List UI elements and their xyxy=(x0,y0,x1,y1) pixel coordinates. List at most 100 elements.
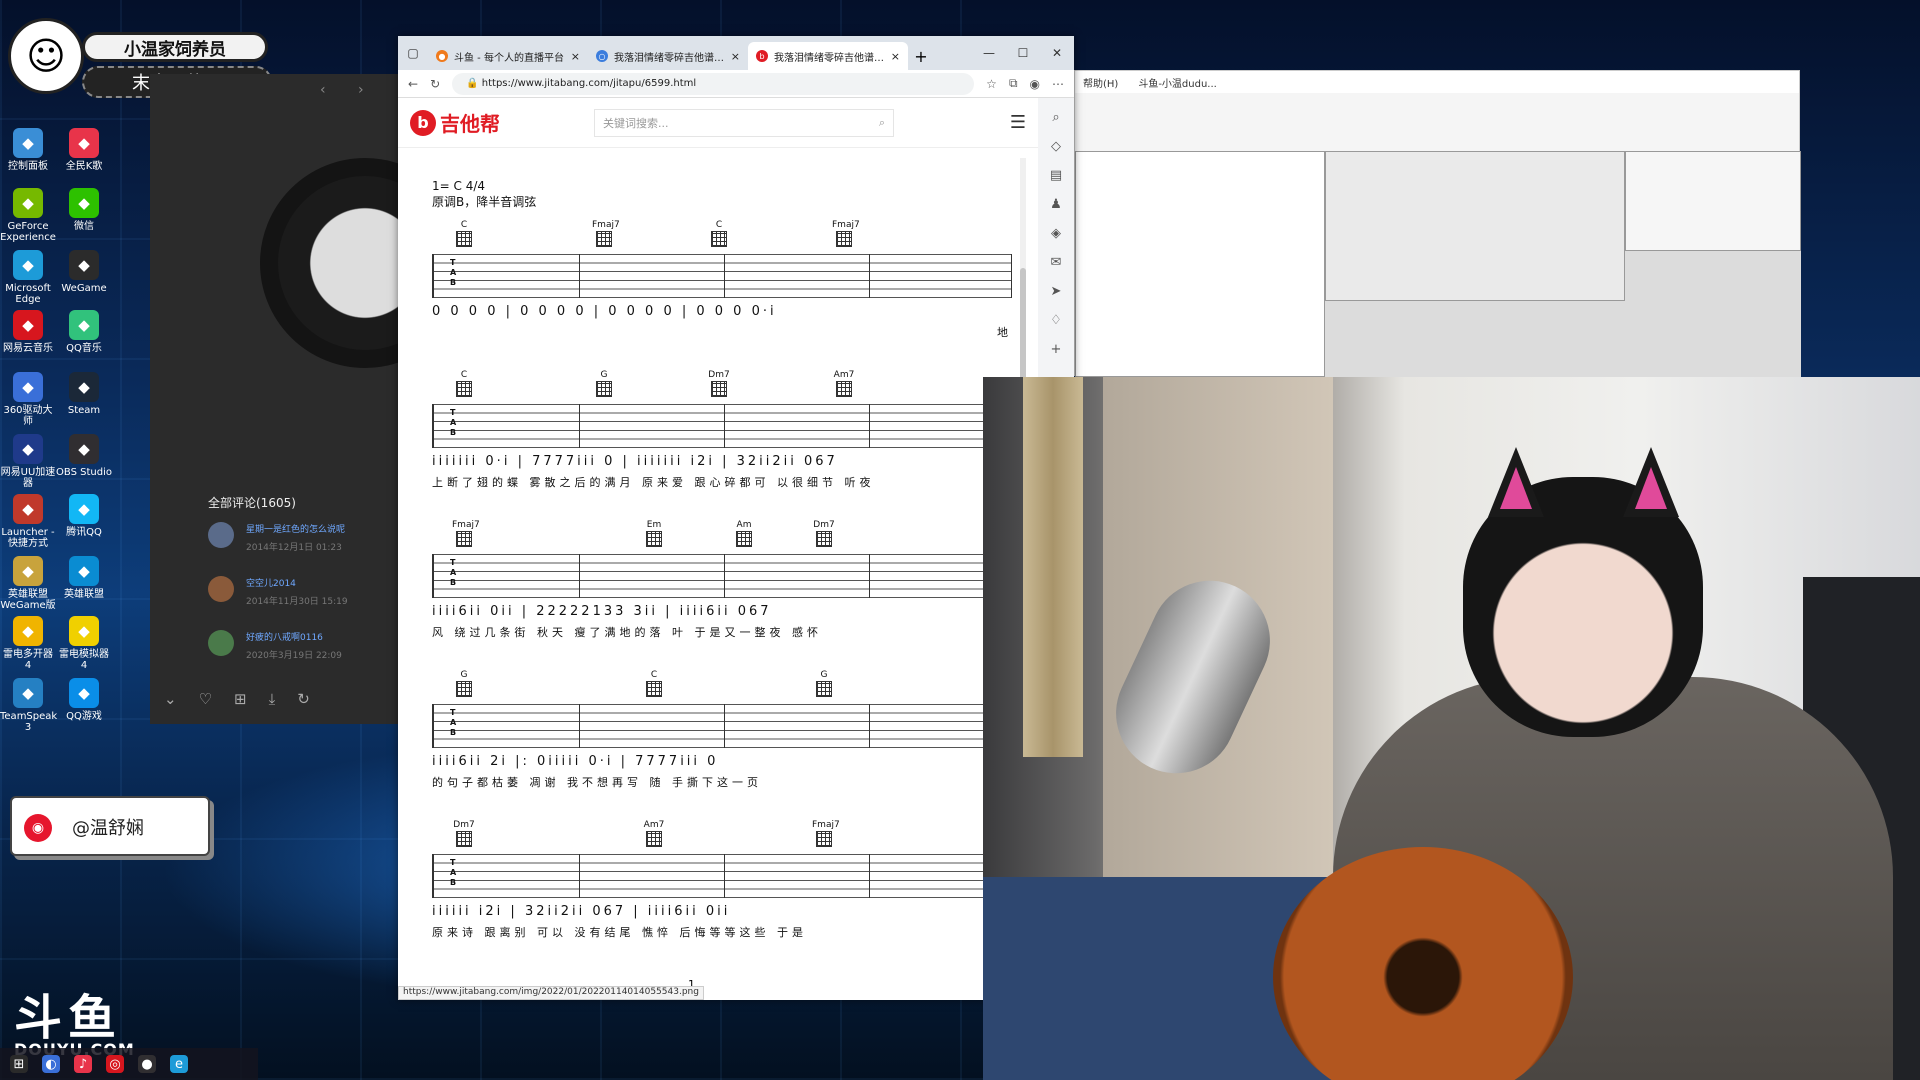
desktop-icon[interactable]: ◆ 英雄联盟 xyxy=(56,556,112,600)
desktop-icon[interactable]: ◆ OBS Studio xyxy=(56,434,112,478)
lyrics-line: 上断了翅的蝶 雾散之后的满月 原来爱 跟心碎都可 以很细节 听夜 xyxy=(432,476,875,489)
desktop-icon[interactable]: ◆ 控制面板 xyxy=(0,128,56,172)
chord-diagram: Em xyxy=(642,520,666,547)
share-icon[interactable]: ↻ xyxy=(297,690,310,708)
bell-icon[interactable]: ♢ xyxy=(1050,313,1062,328)
desktop-icon-label: GeForce Experience xyxy=(0,221,56,243)
site-header: b 吉他帮 关键词搜索... ⌕ ☰ xyxy=(398,98,1038,148)
chord-grid xyxy=(816,531,832,547)
site-search-input[interactable]: 关键词搜索... ⌕ xyxy=(594,108,894,137)
site-logo[interactable]: b 吉他帮 xyxy=(410,108,500,137)
collections-icon[interactable]: ⧉ xyxy=(1009,76,1018,91)
tab-actions-icon[interactable]: ▢ xyxy=(398,36,428,70)
bar-line xyxy=(579,254,580,298)
chord-name: Em xyxy=(646,520,662,530)
desktop-icon[interactable]: ◆ 微信 xyxy=(56,188,112,232)
desktop-icon[interactable]: ◆ QQ音乐 xyxy=(56,310,112,354)
download-icon[interactable]: ⤓ xyxy=(269,690,276,708)
chord-grid xyxy=(816,831,832,847)
guitar-tab-sheet: 1= C 4/4 原调B，降半音调弦 C Fmaj7 C Fmaj7 T A B 0 0 0 … xyxy=(432,178,1012,960)
chord-diagrams: Fmaj7 Em Am Dm7 xyxy=(432,520,1012,554)
chord-diagram: G xyxy=(592,370,616,397)
close-icon[interactable]: × xyxy=(731,50,740,63)
office-icon[interactable]: ◈ xyxy=(1051,226,1061,241)
hamburger-menu-icon[interactable]: ☰ xyxy=(1010,112,1026,133)
desktop-icon-label: TeamSpeak 3 xyxy=(0,711,58,733)
desktop-icon[interactable]: ◆ QQ游戏 xyxy=(56,678,112,722)
uu-icon: ◆ xyxy=(13,434,43,464)
bar-line xyxy=(724,854,725,898)
desktop-icon[interactable]: ◆ 英雄联盟 WeGame版 xyxy=(0,556,56,611)
more-icon[interactable]: ⋯ xyxy=(1052,77,1064,91)
obs-icon[interactable]: ● xyxy=(138,1055,156,1073)
desktop-icon[interactable]: ◆ Steam xyxy=(56,372,112,416)
wegame-icon: ◆ xyxy=(69,250,99,280)
bg-window-menu[interactable]: 帮助(H) xyxy=(1083,75,1118,90)
tab-row: C G Dm7 Am7 T A B iiiiiii 0·i | 7777iii 0 | iii… xyxy=(432,370,1012,510)
desktop-icon[interactable]: ◆ Launcher - 快捷方式 xyxy=(0,494,56,549)
desktop-icon[interactable]: ◆ 全民K歌 xyxy=(56,128,112,172)
desktop-icon[interactable]: ◆ 雷电多开器4 xyxy=(0,616,56,671)
taskbar-app-icon[interactable]: ◐ xyxy=(42,1055,60,1073)
refresh-icon[interactable]: ↻ xyxy=(430,77,440,91)
collect-icon[interactable]: ⊞ xyxy=(234,690,247,708)
close-icon[interactable]: × xyxy=(571,50,580,63)
chord-name: Fmaj7 xyxy=(592,220,620,230)
avatar: ☺ xyxy=(8,18,84,94)
desktop-icon[interactable]: ◆ 网易云音乐 xyxy=(0,310,56,354)
desktop-icon-label: 网易UU加速器 xyxy=(0,467,56,489)
favorite-icon[interactable]: ☆ xyxy=(986,77,997,91)
desktop-icon[interactable]: ◆ TeamSpeak 3 xyxy=(0,678,58,733)
comment-author[interactable]: 星期一是红色的怎么说呢 xyxy=(246,522,345,535)
collapse-icon[interactable]: ⌄ xyxy=(164,690,177,708)
desktop-icon[interactable]: ◆ GeForce Experience xyxy=(0,188,56,243)
desktop-icon[interactable]: ◆ WeGame xyxy=(56,250,112,294)
desktop-icon[interactable]: ◆ 网易UU加速器 xyxy=(0,434,56,489)
qq-music-icon: ◆ xyxy=(69,310,99,340)
chord-grid xyxy=(711,231,727,247)
url-field[interactable]: 🔒 https://www.jitabang.com/jitapu/6599.h… xyxy=(452,72,975,95)
add-icon[interactable]: + xyxy=(1051,342,1062,357)
outlook-icon[interactable]: ✉ xyxy=(1051,255,1062,270)
player-nav-arrows[interactable]: ‹ › xyxy=(320,82,378,98)
new-tab-button[interactable]: + xyxy=(908,42,934,70)
games-icon[interactable]: ♟ xyxy=(1050,197,1062,212)
desktop-icon[interactable]: ◆ 360驱动大师 xyxy=(0,372,56,427)
close-window-icon[interactable]: ✕ xyxy=(1040,46,1074,60)
maximize-icon[interactable]: ☐ xyxy=(1006,46,1040,60)
desktop-icon[interactable]: ◆ Microsoft Edge xyxy=(0,250,56,305)
chord-diagram: Fmaj7 xyxy=(832,220,860,247)
back-icon[interactable]: ← xyxy=(408,77,418,91)
search-icon[interactable]: ⌕ xyxy=(1052,110,1059,125)
briefcase-icon[interactable]: ▤ xyxy=(1050,168,1062,183)
desktop-icon-label: 控制面板 xyxy=(8,161,48,172)
edge-icon[interactable]: e xyxy=(170,1055,188,1073)
search-icon[interactable]: ⌕ xyxy=(879,116,885,130)
netease-music-icon[interactable]: ◎ xyxy=(106,1055,124,1073)
desktop-icon[interactable]: ◆ 雷电模拟器4 xyxy=(56,616,112,671)
desktop-icon[interactable]: ◆ 腾讯QQ xyxy=(56,494,112,538)
tab-jitabang[interactable]: b 我落泪情绪零碎吉他谱_C调 × xyxy=(748,42,908,70)
comment-author[interactable]: 空空儿2014 xyxy=(246,576,296,589)
bar-line xyxy=(579,554,580,598)
tab-douyu[interactable]: ● 斗鱼 - 每个人的直播平台 × xyxy=(428,42,588,70)
tag-icon[interactable]: ◇ xyxy=(1051,139,1061,154)
send-icon[interactable]: ➤ xyxy=(1051,284,1062,299)
chord-name: Fmaj7 xyxy=(812,820,840,830)
close-icon[interactable]: × xyxy=(891,50,900,63)
qq-game-icon: ◆ xyxy=(69,678,99,708)
taskbar-app-icon[interactable]: ♪ xyxy=(74,1055,92,1073)
chord-grid xyxy=(836,231,852,247)
chord-grid xyxy=(456,531,472,547)
start-icon[interactable]: ⊞ xyxy=(10,1055,28,1073)
heart-icon[interactable]: ♡ xyxy=(199,690,212,708)
tab-search[interactable]: ○ 我落泪情绪零碎吉他谱 - 搜索 × xyxy=(588,42,748,70)
profile-icon[interactable]: ◉ xyxy=(1030,77,1040,91)
cat-ear-left xyxy=(1488,447,1544,517)
chord-name: Dm7 xyxy=(708,370,730,380)
numbered-notation: iiiiiii 0·i | 7777iii 0 | iiiiiii i2i | … xyxy=(432,454,838,469)
minimize-icon[interactable]: — xyxy=(972,46,1006,60)
numbered-notation: iiiiii i2i | 32ii2ii 067 | iiii6ii 0ii xyxy=(432,904,731,919)
desktop-icon-label: 雷电多开器4 xyxy=(3,649,53,671)
comment-author[interactable]: 好疲的八戒啊0116 xyxy=(246,630,323,643)
